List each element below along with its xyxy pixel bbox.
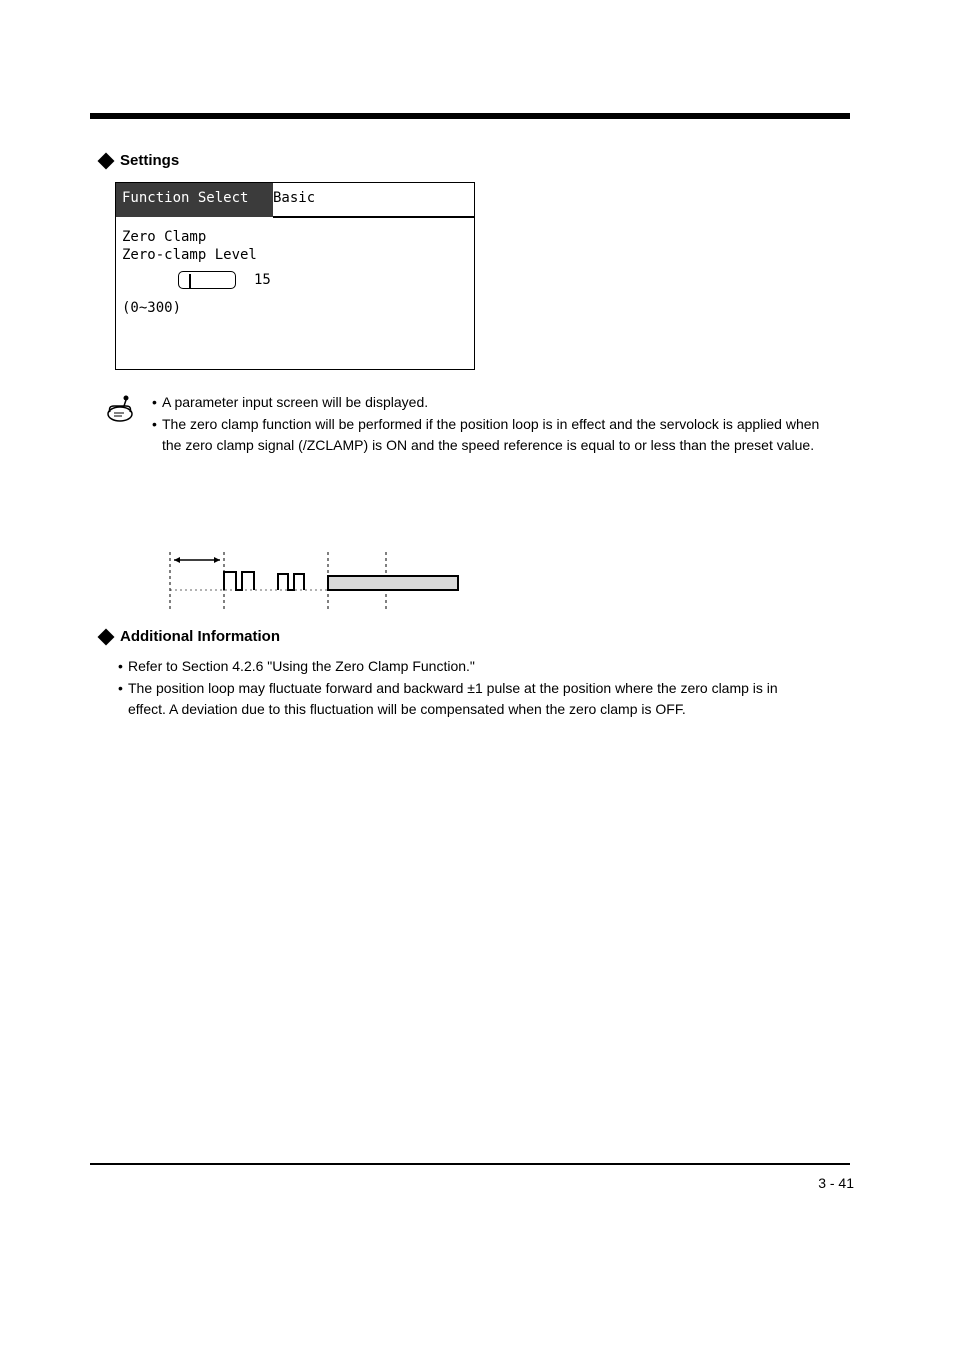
footer-rule	[90, 1163, 850, 1165]
additional-info-body: •Refer to Section 4.2.6 "Using the Zero …	[118, 656, 818, 721]
diamond-bullet-icon	[98, 629, 115, 646]
note-block: •A parameter input screen will be displa…	[104, 392, 824, 457]
setting-tab-basic: Basic	[273, 190, 315, 206]
setting-label-zero-clamp: Zero Clamp	[122, 229, 206, 245]
setting-value: 15	[254, 272, 271, 288]
additional-line-2: The position loop may fluctuate forward …	[128, 678, 818, 719]
note-body: •A parameter input screen will be displa…	[152, 392, 824, 457]
additional-line-1: Refer to Section 4.2.6 "Using the Zero C…	[128, 656, 475, 676]
note-line-1: A parameter input screen will be display…	[162, 392, 428, 412]
note-line-2: The zero clamp function will be performe…	[162, 414, 824, 455]
setting-range: (0~300)	[122, 300, 181, 316]
section-additional-header: Additional Information	[100, 628, 280, 645]
setting-parameter-box: Function Select Basic Zero Clamp Zero-cl…	[115, 182, 475, 370]
timing-diagram	[160, 552, 480, 610]
setting-tab-underline	[273, 216, 474, 218]
section-title: Settings	[120, 152, 179, 169]
section-settings-header: Settings	[100, 152, 179, 169]
setting-slider[interactable]	[178, 271, 236, 289]
page-number: 3 - 41	[818, 1175, 854, 1191]
section-title: Additional Information	[120, 628, 280, 645]
pushpin-note-icon	[104, 392, 138, 431]
top-rule	[90, 113, 850, 119]
setting-dark-label: Function Select	[122, 190, 248, 206]
slider-handle-icon	[189, 274, 191, 288]
diamond-bullet-icon	[98, 153, 115, 170]
setting-label-zero-clamp-level: Zero-clamp Level	[122, 247, 257, 263]
